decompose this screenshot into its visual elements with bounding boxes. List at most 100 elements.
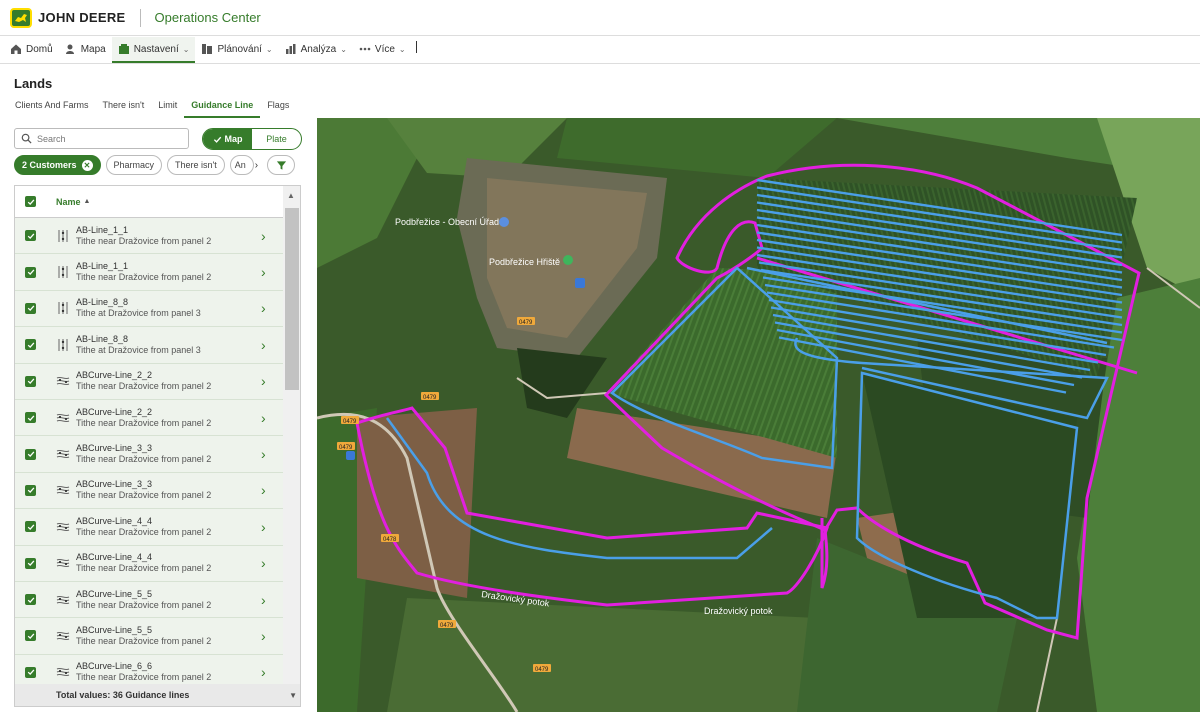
row-checkbox[interactable] [25, 230, 36, 242]
scroll-up-icon[interactable]: ▲ [287, 191, 295, 200]
chevron-right-icon[interactable]: › [261, 446, 275, 462]
sort-ascending-icon[interactable]: ▲ [84, 198, 91, 205]
tab-clients-and-farms[interactable]: Clients And Farms [8, 96, 96, 118]
tab-there-isn-t[interactable]: There isn't [96, 96, 152, 118]
john-deere-logo[interactable]: JOHN DEERE [10, 7, 126, 28]
chevron-right-icon[interactable]: › [261, 555, 275, 571]
chevron-right-icon[interactable]: › [261, 592, 275, 608]
office-pin-icon[interactable] [499, 217, 509, 227]
guidance-line-name: ABCurve-Line_4_4 [76, 515, 153, 526]
row-checkbox[interactable] [25, 448, 36, 460]
table-row[interactable]: AB-Line_1_1 Tithe near Dražovice from pan… [15, 218, 283, 255]
table-row[interactable]: ABCurve-Line_3_3 Tithe near Dražovice fro… [15, 436, 283, 473]
app-header: JOHN DEERE Operations Center [0, 0, 1200, 36]
row-checkbox[interactable] [25, 412, 36, 424]
table-row[interactable]: ABCurve-Line_5_5 Tithe near Dražovice fro… [15, 581, 283, 619]
row-checkbox[interactable] [25, 557, 36, 569]
guidance-line-description: Tithe near Dražovice from panel 2 [76, 454, 212, 465]
pharmacy-filter-chip[interactable]: Pharmacy [105, 155, 163, 175]
search-box[interactable] [14, 128, 189, 149]
table-row[interactable]: AB-Line_1_1 Tithe near Dražovice from pan… [15, 254, 283, 291]
row-checkbox[interactable] [25, 521, 36, 533]
nav-item-planning[interactable]: Plánování ⌄ [195, 37, 278, 63]
table-row[interactable]: ABCurve-Line_2_2 Tithe near Dražovice fro… [15, 363, 283, 400]
chevron-right-icon[interactable]: › [261, 373, 275, 389]
plate-view-button[interactable]: Plate [252, 129, 301, 149]
check-icon [213, 136, 221, 143]
nav-item-map-pin[interactable]: Mapa [59, 37, 112, 63]
playground-pin-icon[interactable] [563, 255, 573, 265]
map-canvas[interactable]: Podbřežice - Obecní Úřad Podbřežice Hřiš… [317, 118, 1200, 712]
chevron-right-icon[interactable]: › [261, 337, 275, 353]
bus-stop-icon[interactable] [346, 451, 355, 460]
scroll-chips-right-icon[interactable]: › [255, 160, 258, 171]
chevron-right-icon[interactable]: › [261, 264, 275, 280]
chevron-right-icon[interactable]: › [261, 519, 275, 535]
table-row[interactable]: ABCurve-Line_2_2 Tithe near Dražovice fro… [15, 399, 283, 437]
guidance-line-description: Tithe near Dražovice from panel 2 [76, 272, 212, 283]
satellite-map[interactable]: Podbřežice - Obecní Úřad Podbřežice Hřiš… [317, 118, 1200, 712]
guidance-lines-table: Name ▲ AB-Line_1_1 Tithe near Dražovice f… [14, 185, 301, 707]
road-number-label: 0479 [423, 395, 437, 401]
row-text: ABCurve-Line_6_6 Tithe near Dražovice fro… [76, 661, 261, 683]
table-row[interactable]: ABCurve-Line_4_4 Tithe near Dražovice fro… [15, 509, 283, 546]
tab-guidance-line[interactable]: Guidance Line [184, 96, 261, 118]
there-isnt-filter-chip[interactable]: There isn't [167, 155, 225, 175]
row-checkbox[interactable] [25, 339, 36, 351]
list-scrollbar[interactable]: ▲ [283, 186, 300, 686]
chevron-right-icon[interactable]: › [261, 664, 275, 680]
search-input[interactable] [37, 133, 177, 144]
row-checkbox[interactable] [25, 666, 36, 678]
scrollbar-thumb[interactable] [285, 208, 299, 390]
nav-item-settings[interactable]: Nastavení ⌄ [111, 37, 196, 63]
guidance-line-description: Tithe near Dražovice from panel 2 [76, 599, 212, 610]
chevron-right-icon[interactable]: › [261, 228, 275, 244]
row-text: ABCurve-Line_2_2 Tithe near Dražovice fro… [76, 370, 261, 392]
nav-label: Analýza [300, 43, 337, 55]
nav-item-home[interactable]: Domů [4, 37, 59, 63]
chevron-right-icon[interactable]: › [261, 410, 275, 426]
bus-stop-icon[interactable] [575, 278, 585, 288]
total-count: Total values: 36 Guidance lines [56, 690, 190, 700]
row-checkbox[interactable] [25, 302, 36, 314]
more-icon [359, 43, 371, 55]
ab-curve-icon [56, 665, 70, 679]
chevron-right-icon[interactable]: › [261, 628, 275, 644]
header-divider [139, 8, 141, 27]
ab-curve-icon [56, 483, 70, 497]
table-row[interactable]: AB-Line_8_8 Tithe at Dražovice from panel… [15, 327, 283, 364]
row-checkbox[interactable] [25, 375, 36, 387]
table-row[interactable]: ABCurve-Line_4_4 Tithe near Dražovice fro… [15, 545, 283, 582]
table-header: Name ▲ [15, 186, 283, 218]
row-checkbox[interactable] [25, 630, 36, 642]
truncated-filter-chip[interactable]: An [229, 155, 254, 175]
nav-item-analysis[interactable]: Analýza ⌄ [279, 37, 353, 63]
chevron-right-icon[interactable]: › [261, 482, 275, 498]
view-toggle: Map Plate [202, 128, 302, 150]
scroll-down-icon[interactable]: ▼ [289, 691, 297, 700]
nav-label: Plánování [217, 43, 262, 55]
table-row[interactable]: ABCurve-Line_3_3 Tithe near Dražovice fro… [15, 472, 283, 510]
tab-limit[interactable]: Limit [151, 96, 184, 118]
row-checkbox[interactable] [25, 484, 36, 496]
name-column-header[interactable]: Name [56, 197, 81, 207]
guidance-line-name: AB-Line_1_1 [76, 224, 129, 235]
chip-label: Pharmacy [113, 160, 155, 170]
row-checkbox[interactable] [25, 594, 36, 606]
ab-curve-icon [56, 593, 70, 607]
map-view-button[interactable]: Map [203, 129, 252, 149]
tab-flags[interactable]: Flags [260, 96, 296, 118]
chevron-down-icon: ⌄ [340, 44, 347, 54]
remove-filter-icon[interactable]: ✕ [81, 159, 93, 171]
filter-button[interactable] [267, 155, 296, 175]
select-all-checkbox[interactable] [25, 196, 36, 207]
guidance-line-description: Tithe near Dražovice from panel 2 [76, 635, 212, 646]
table-row[interactable]: ABCurve-Line_5_5 Tithe near Dražovice fro… [15, 618, 283, 655]
table-row[interactable]: AB-Line_8_8 Tithe at Dražovice from panel… [15, 290, 283, 328]
guidance-line-description: Tithe near Dražovice from panel 2 [76, 381, 212, 392]
row-checkbox[interactable] [25, 266, 36, 278]
customers-filter-chip[interactable]: 2 Customers ✕ [14, 155, 101, 175]
chevron-right-icon[interactable]: › [261, 300, 275, 316]
nav-item-more[interactable]: Více ⌄ [353, 37, 412, 63]
nav-label: Více [374, 43, 395, 55]
